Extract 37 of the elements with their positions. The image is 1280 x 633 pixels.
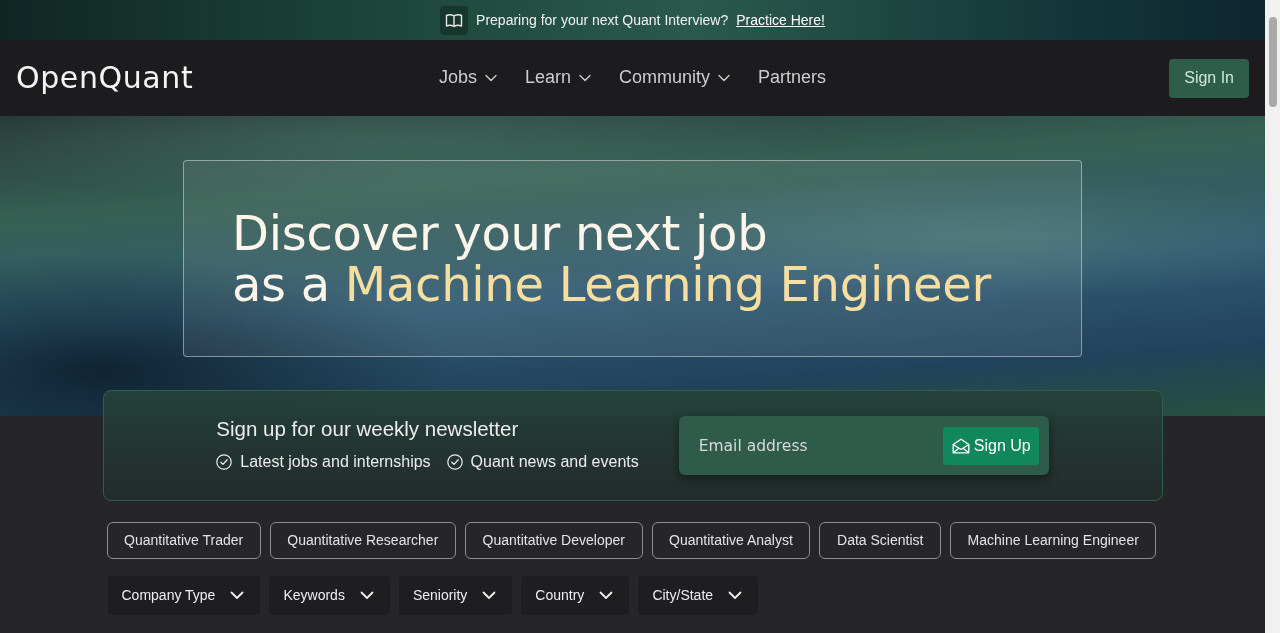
chevron-down-icon [728,591,743,600]
chevron-down-icon [359,591,374,600]
scrollbar[interactable] [1265,0,1280,633]
role-filter-button[interactable]: Quantitative Trader [106,522,261,559]
chevron-down-icon [230,591,245,600]
newsletter-title: Sign up for our weekly newsletter [216,417,520,442]
filter-dropdown[interactable]: Country [521,576,630,615]
role-filter-button[interactable]: Quantitative Analyst [651,522,811,559]
brand-logo[interactable]: OpenQuant [16,63,194,93]
filter-dropdown[interactable]: Company Type [107,576,261,615]
chevron-down-icon [599,591,614,600]
filter-dropdown[interactable]: City/State [638,576,759,615]
announcement-text: Preparing for your next Quant Interview? [476,10,729,30]
nav-link[interactable]: Learn [520,67,595,89]
envelope-icon [951,437,970,454]
benefit-text: Latest jobs and internships [240,451,431,472]
filter-dropdown[interactable]: Seniority [398,576,513,615]
role-filter-button[interactable]: Data Scientist [819,522,941,559]
role-filter-button[interactable]: Machine Learning Engineer [950,522,1157,559]
nav-link[interactable]: Jobs [434,67,501,89]
scrollbar-thumb[interactable] [1268,17,1277,107]
hero-heading: Discover your next job as a Machine Learning Engineer [232,207,991,310]
check-circle-icon [216,453,233,470]
practice-link[interactable]: Practice Here! [736,9,825,31]
benefit-text: Quant news and events [470,451,639,472]
sign-in-button[interactable]: Sign In [1169,58,1249,98]
role-filter-button[interactable]: Quantitative Developer [464,522,643,559]
email-signup-form[interactable]: Email address Sign Up [678,416,1049,475]
role-filter-button[interactable]: Quantitative Researcher [269,522,456,559]
check-circle-icon [446,453,463,470]
nav-link[interactable]: Community [615,67,735,89]
book-icon [440,5,469,35]
sign-up-button[interactable]: Sign Up [942,426,1039,465]
filter-dropdown[interactable]: Keywords [269,576,390,615]
email-field[interactable]: Email address [696,427,943,464]
nav-link[interactable]: Partners [754,67,831,89]
chevron-down-icon [482,591,497,600]
